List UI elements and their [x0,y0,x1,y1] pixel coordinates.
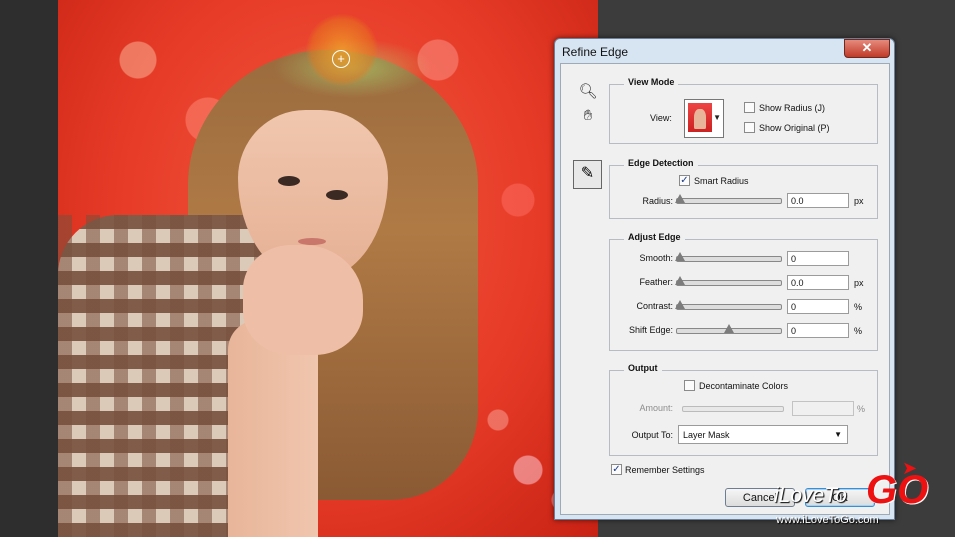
radius-unit: px [854,196,864,206]
remember-settings-checkbox[interactable]: ✓ [611,464,622,475]
output-group: Output Decontaminate Colors Amount: % Ou… [609,363,878,456]
smart-radius-label: Smart Radius [694,176,749,186]
feather-input[interactable]: 0.0 [787,275,849,290]
contrast-unit: % [854,302,863,312]
radius-label: Radius: [642,196,673,206]
shift-edge-unit: % [854,326,863,336]
output-title: Output [624,363,662,373]
canvas-background-left [0,0,58,537]
view-mode-title: View Mode [624,77,679,87]
watermark-brand-go: GO [866,468,929,512]
dialog-title: Refine Edge [562,45,629,59]
edge-detection-title: Edge Detection [624,158,698,168]
edge-detection-group: Edge Detection ✓ Smart Radius Radius: 0.… [609,158,878,219]
remember-settings-label: Remember Settings [625,465,705,475]
show-radius-label: Show Radius (J) [759,103,826,113]
view-thumbnail-dropdown[interactable]: ▼ [684,99,724,138]
hand [243,245,363,355]
shift-edge-label: Shift Edge: [628,325,673,335]
smooth-label: Smooth: [639,253,673,263]
refine-edge-dialog: Refine Edge ✕ 🔍︎ ✋︎ ✎ View Mode View: ▼ … [554,38,895,520]
output-to-label: Output To: [631,430,673,440]
show-original-checkbox[interactable] [744,122,755,133]
show-original-label: Show Original (P) [759,123,830,133]
eye-left [278,176,300,186]
radius-input[interactable]: 0.0 [787,193,849,208]
refine-radius-brush-icon[interactable]: ✎ [573,160,602,189]
smart-radius-checkbox[interactable]: ✓ [679,175,690,186]
chevron-down-icon: ▼ [834,430,842,439]
close-button[interactable]: ✕ [844,39,890,58]
adjust-edge-title: Adjust Edge [624,232,685,242]
radius-slider[interactable] [675,194,782,204]
shift-edge-slider[interactable] [676,324,782,334]
mouth [298,238,326,245]
brush-cursor-icon: + [332,50,350,68]
output-to-select[interactable]: Layer Mask ▼ [678,425,848,444]
contrast-slider[interactable] [675,300,782,310]
feather-slider[interactable] [675,276,782,286]
view-preview-image [688,103,712,132]
contrast-label: Contrast: [636,301,673,311]
amount-slider [682,406,784,412]
smooth-slider[interactable] [675,252,782,262]
dialog-body: 🔍︎ ✋︎ ✎ View Mode View: ▼ Show Radius (J… [560,63,890,515]
watermark-logo: ➤ iLoveTo GO www.iLoveToGo.com [774,458,944,530]
contrast-input[interactable]: 0 [787,299,849,314]
decontaminate-colors-checkbox[interactable] [684,380,695,391]
dialog-titlebar[interactable]: Refine Edge ✕ [555,39,894,63]
hand-tool-icon[interactable]: ✋︎ [578,106,598,126]
show-radius-checkbox[interactable] [744,102,755,113]
amount-label: Amount: [639,403,673,413]
zoom-tool-icon[interactable]: 🔍︎ [578,82,598,102]
adjust-edge-group: Adjust Edge Smooth: 0 Feather: 0.0 px Co… [609,232,878,351]
decontaminate-colors-label: Decontaminate Colors [699,381,789,391]
output-to-value: Layer Mask [683,430,730,440]
view-label: View: [650,113,672,123]
view-mode-group: View Mode View: ▼ Show Radius (J) Show O… [609,77,878,144]
watermark-url: www.iLoveToGo.com [776,514,879,526]
watermark-brand: iLoveTo [774,484,847,507]
amount-unit: % [857,404,866,414]
feather-slider-thumb[interactable] [675,276,685,285]
shift-edge-slider-thumb[interactable] [724,324,734,333]
amount-input [792,401,854,416]
contrast-slider-thumb[interactable] [675,300,685,309]
feather-label: Feather: [639,277,673,287]
feather-unit: px [854,278,864,288]
smooth-slider-thumb[interactable] [675,252,685,261]
eye-right [326,190,348,200]
smooth-input[interactable]: 0 [787,251,849,266]
radius-slider-thumb[interactable] [675,194,685,203]
shift-edge-input[interactable]: 0 [787,323,849,338]
chevron-down-icon: ▼ [713,113,721,122]
photo-canvas[interactable]: + [58,0,598,537]
